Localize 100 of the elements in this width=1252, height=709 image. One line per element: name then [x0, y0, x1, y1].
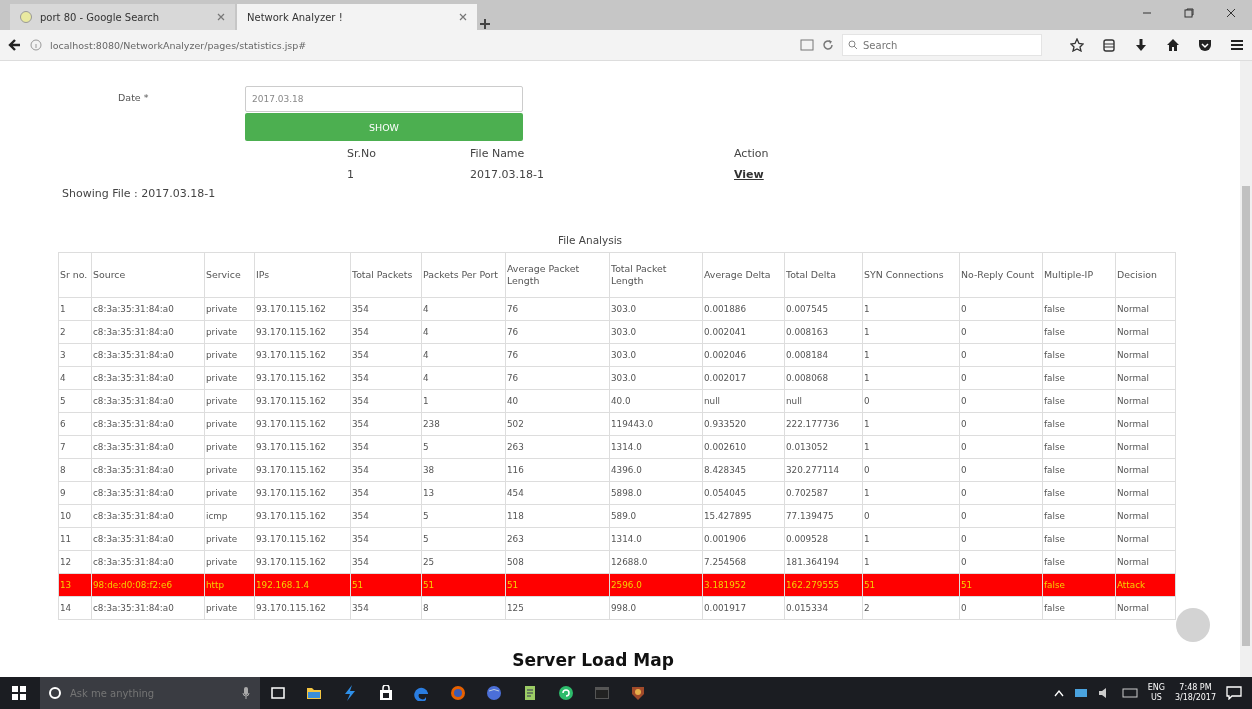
pocket-icon[interactable] [1198, 38, 1212, 52]
table-cell: 354 [350, 458, 422, 482]
table-cell: 40.0 [609, 389, 703, 413]
table-cell: c8:3a:35:31:84:a0 [91, 596, 205, 620]
column-header: Service [204, 252, 255, 298]
close-icon[interactable] [459, 13, 467, 21]
table-cell: 7.254568 [702, 550, 785, 574]
browser-tab[interactable]: Network Analyzer ! [237, 4, 477, 30]
table-cell: 3 [58, 343, 92, 367]
download-icon[interactable] [1134, 38, 1148, 52]
table-cell: false [1042, 412, 1116, 436]
date-field[interactable]: 2017.03.18 [245, 86, 523, 112]
table-cell: c8:3a:35:31:84:a0 [91, 412, 205, 436]
table-cell: 5 [421, 527, 506, 551]
view-link[interactable]: View [734, 168, 794, 181]
keyboard-icon[interactable] [1121, 687, 1138, 699]
table-cell: 354 [350, 366, 422, 390]
table-cell: 8.428345 [702, 458, 785, 482]
language-indicator[interactable]: ENG US [1147, 683, 1165, 703]
table-cell: c8:3a:35:31:84:a0 [91, 435, 205, 459]
reload-icon[interactable] [822, 39, 834, 51]
table-cell: 454 [505, 481, 610, 505]
table-cell: Normal [1115, 481, 1176, 505]
table-cell: Normal [1115, 458, 1176, 482]
back-arrow-icon[interactable] [8, 38, 22, 52]
table-cell: 4396.0 [609, 458, 703, 482]
table-cell: 6 [58, 412, 92, 436]
library-icon[interactable] [1102, 38, 1116, 52]
table-cell: false [1042, 320, 1116, 344]
star-icon[interactable] [1070, 38, 1084, 52]
table-cell: 589.0 [609, 504, 703, 528]
restore-icon[interactable] [1184, 8, 1194, 18]
table-cell: private [204, 412, 255, 436]
column-header: Average Packet Length [505, 252, 610, 298]
table-cell: 1 [862, 550, 960, 574]
table-cell: 40 [505, 389, 610, 413]
table-cell: 0.001917 [702, 596, 785, 620]
table-cell: 0.008068 [784, 366, 863, 390]
table-cell: 0 [959, 412, 1043, 436]
table-cell-text: 1 [347, 168, 355, 181]
notification-icon[interactable] [1226, 686, 1242, 700]
windows-start-icon[interactable] [12, 686, 26, 700]
new-tab-icon[interactable] [479, 18, 491, 30]
table-cell: false [1042, 596, 1116, 620]
info-icon [30, 39, 42, 51]
table-cell: 263 [505, 527, 610, 551]
table-cell: private [204, 481, 255, 505]
clock[interactable]: 7:48 PM 3/18/2017 [1174, 683, 1216, 703]
notepad-icon[interactable] [522, 685, 538, 701]
column-header: Total Packet Length [609, 252, 703, 298]
task-view-icon[interactable] [270, 685, 286, 701]
browser-tab[interactable]: port 80 - Google Search [10, 4, 235, 30]
taskbar-search-field[interactable]: Ask me anything [40, 677, 260, 709]
search-field[interactable]: Search [842, 34, 1042, 56]
shield-icon[interactable] [630, 685, 646, 701]
column-header: SYN Connections [862, 252, 960, 298]
column-header: Sr.No [347, 147, 377, 160]
folder-icon[interactable] [306, 685, 322, 701]
chevron-up-icon[interactable] [1053, 689, 1064, 697]
table-cell: 0 [862, 389, 960, 413]
table-cell: 4 [421, 297, 506, 321]
microphone-icon[interactable] [242, 687, 250, 699]
table-cell: 4 [421, 366, 506, 390]
network-icon[interactable] [1073, 687, 1088, 699]
table-cell: 1314.0 [609, 527, 703, 551]
field-label: Date * [118, 92, 149, 105]
table-cell: 238 [421, 412, 506, 436]
table-cell: 0.008163 [784, 320, 863, 344]
section-heading: Server Load Map [512, 650, 674, 670]
table-cell: private [204, 343, 255, 367]
table-cell: 5 [421, 435, 506, 459]
table-cell: 303.0 [609, 297, 703, 321]
column-header: Average Delta [702, 252, 785, 298]
scrollbar-thumb[interactable] [1242, 186, 1250, 646]
table-cell: 116 [505, 458, 610, 482]
table-cell: false [1042, 297, 1116, 321]
table-cell: Normal [1115, 550, 1176, 574]
address-bar[interactable]: localhost:8080/NetworkAnalyzer/pages/statistics.jsp# [50, 39, 792, 51]
table-cell: 263 [505, 435, 610, 459]
table-cell: 0 [959, 481, 1043, 505]
table-cell: 1 [421, 389, 506, 413]
table-cell: private [204, 320, 255, 344]
cortana-circle-icon [48, 686, 62, 700]
edge-browser-icon[interactable] [414, 685, 430, 701]
scrollbar[interactable] [1240, 61, 1252, 677]
table-cell: private [204, 458, 255, 482]
table-cell: 93.170.115.162 [254, 481, 351, 505]
menu-icon[interactable] [1230, 38, 1244, 52]
table-cell: 0.002041 [702, 320, 785, 344]
table-cell: Normal [1115, 343, 1176, 367]
home-icon[interactable] [1166, 38, 1180, 52]
table-cell: 0.702587 [784, 481, 863, 505]
lightning-icon[interactable] [342, 685, 358, 701]
highlighted-cell: 98:de:d0:08:f2:e6 [91, 573, 205, 597]
table-cell: 1 [862, 412, 960, 436]
firefox-browser-icon[interactable] [450, 685, 466, 701]
table-cell: 93.170.115.162 [254, 527, 351, 551]
table-cell: 0 [959, 550, 1043, 574]
refresh-circle-icon[interactable] [558, 685, 574, 701]
close-icon[interactable] [1226, 8, 1236, 18]
